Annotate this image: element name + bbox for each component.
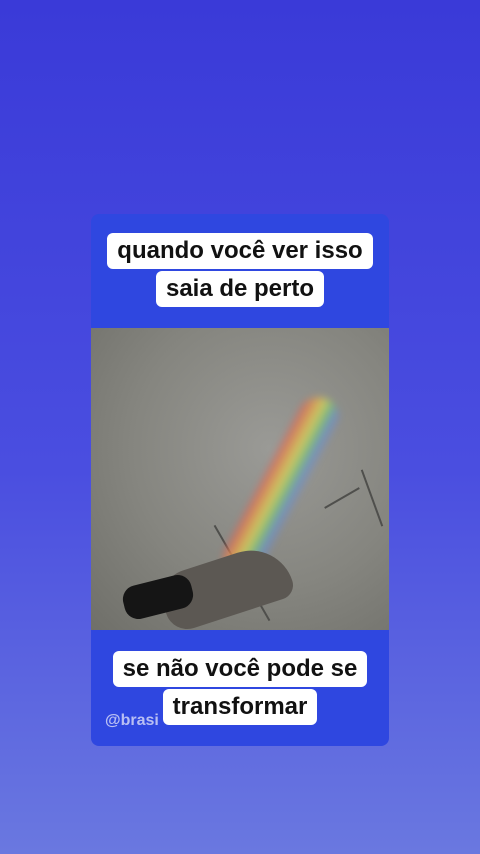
rainbow-photo	[91, 328, 389, 630]
bottom-caption-line-2: transformar	[162, 689, 318, 725]
watermark-handle: @brasi	[105, 712, 159, 729]
top-caption: quando você ver isso saia de perto	[91, 232, 389, 308]
top-caption-line-2: saia de perto	[155, 271, 325, 307]
top-caption-line-1: quando você ver isso	[107, 233, 373, 269]
post-card: quando você ver isso saia de perto se nã…	[91, 214, 389, 746]
wall-crack-2	[324, 487, 360, 509]
bottom-caption-line-1: se não você pode se	[112, 651, 368, 687]
wall-crack-3	[360, 469, 384, 527]
